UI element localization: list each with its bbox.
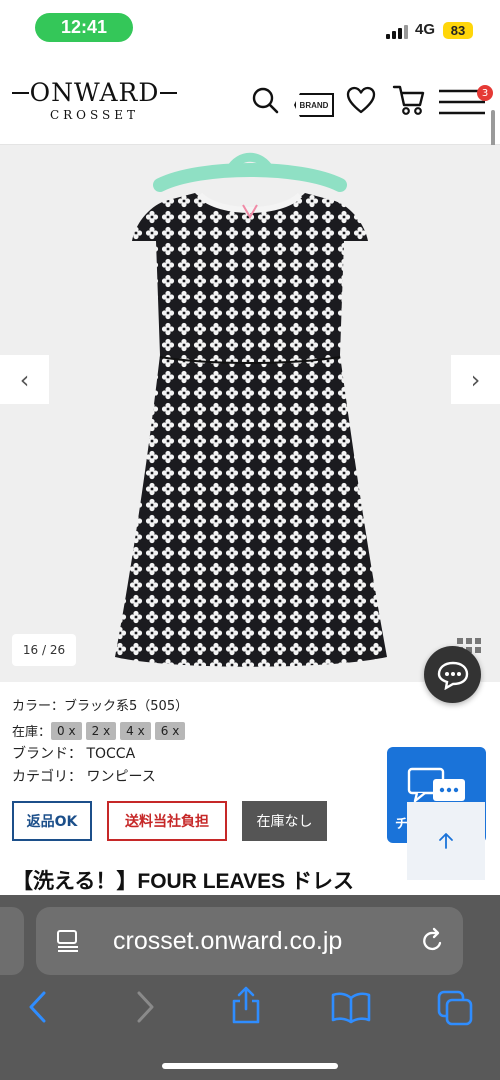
- status-time: 12:41: [35, 13, 133, 42]
- category-link[interactable]: ワンピース: [86, 769, 155, 785]
- logo-main-text: ONWARD: [29, 78, 160, 107]
- heart-icon[interactable]: [346, 86, 376, 114]
- dress-image: [115, 152, 387, 667]
- size-chip[interactable]: 4 x: [120, 721, 151, 740]
- next-image-button[interactable]: ›: [451, 355, 500, 404]
- home-indicator: [162, 1063, 338, 1069]
- chat-bubble-button[interactable]: [424, 646, 481, 703]
- url-text: crosset.onward.co.jp: [113, 927, 343, 955]
- onward-crosset-logo[interactable]: ONWARD CROSSET: [12, 78, 177, 122]
- address-bar[interactable]: crosset.onward.co.jp: [36, 907, 463, 975]
- brand-info: ブランド： TOCCA: [12, 743, 135, 763]
- back-icon[interactable]: [26, 990, 50, 1024]
- stock-label: 在庫：: [12, 725, 52, 740]
- logo-sub-text: CROSSET: [49, 108, 140, 122]
- status-bar: 12:41 4G 83: [0, 0, 500, 52]
- brand-link[interactable]: TOCCA: [86, 746, 135, 762]
- chevron-left-icon: ‹: [19, 365, 30, 394]
- site-header: ONWARD CROSSET BRAND 3: [0, 52, 500, 190]
- product-image[interactable]: [0, 145, 500, 682]
- color-info: カラー：ブラック系5（505）: [12, 699, 189, 714]
- brand-tag-icon[interactable]: BRAND: [294, 93, 334, 117]
- share-icon[interactable]: [229, 985, 263, 1025]
- size-chip[interactable]: 2 x: [85, 721, 117, 740]
- arrow-up-icon: [439, 833, 453, 849]
- network-type: 4G: [415, 21, 436, 38]
- browser-bottom-bar: crosset.onward.co.jp: [0, 895, 500, 1080]
- brand-label: ブランド：: [12, 746, 82, 762]
- previous-tab-peek[interactable]: [0, 907, 24, 975]
- category-info: カテゴリ： ワンピース: [12, 766, 156, 786]
- battery-icon: 83: [443, 22, 473, 39]
- bookmarks-icon[interactable]: [331, 990, 371, 1024]
- menu-badge: 3: [477, 85, 493, 101]
- prev-image-button[interactable]: ‹: [0, 355, 49, 404]
- page-menu-icon[interactable]: [56, 929, 82, 953]
- returnable-tag: 返品OK: [12, 801, 92, 841]
- out-of-stock-tag: 在庫なし: [242, 801, 327, 841]
- image-counter: 16 / 26: [12, 634, 76, 666]
- chat-support-icon: [407, 767, 465, 803]
- product-title: 【洗える！】FOUR LEAVES ドレス: [12, 870, 354, 893]
- size-chip[interactable]: 0 x: [51, 721, 82, 740]
- stock-info: 在庫： 0 x 2 x 4 x 6 x: [12, 721, 189, 740]
- search-icon[interactable]: [251, 86, 279, 114]
- size-chip[interactable]: 6 x: [154, 721, 186, 740]
- chevron-right-icon: ›: [470, 365, 481, 394]
- chat-dots-icon: [437, 661, 468, 690]
- tabs-icon[interactable]: [437, 990, 475, 1026]
- signal-icon: [386, 25, 408, 39]
- reload-icon[interactable]: [420, 927, 446, 955]
- cart-icon[interactable]: [392, 83, 426, 117]
- free-shipping-tag: 送料当社負担: [107, 801, 227, 841]
- forward-icon[interactable]: [133, 990, 157, 1024]
- scroll-to-top-button[interactable]: [407, 802, 485, 880]
- category-label: カテゴリ：: [12, 769, 82, 785]
